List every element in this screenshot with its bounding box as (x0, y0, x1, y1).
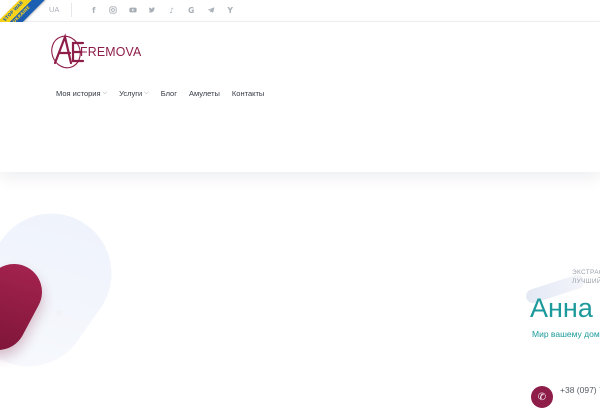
nav-item-label: Контакты (231, 89, 265, 98)
nav-item-blog[interactable]: Блог (161, 89, 177, 98)
facebook-icon[interactable]: f (84, 3, 104, 17)
nav-item-label: Блог (160, 89, 177, 98)
hero-decoration-dot (56, 310, 62, 316)
nav-item-label: Услуги (119, 89, 143, 98)
twitter-icon[interactable] (143, 3, 163, 17)
phone-icon[interactable]: ✆ (531, 386, 553, 408)
divider (71, 3, 72, 17)
phone-number[interactable]: +38 (097) 72 (560, 385, 600, 395)
chevron-down-icon: ⌵ (144, 90, 149, 96)
youtube-icon[interactable] (123, 3, 143, 17)
nav-item-label: Амулеты (188, 89, 220, 98)
telegram-icon[interactable] (201, 3, 221, 17)
nav-item-services[interactable]: Услуги ⌵ (119, 89, 149, 98)
instagram-icon[interactable] (104, 3, 124, 17)
hero-subtitle: ЭКСТРАС ЛУЧШИЙ (572, 268, 600, 286)
main-nav: Моя история ⌵ Услуги ⌵ Блог Амулеты Конт… (56, 89, 276, 98)
hero-name: Анна Е (530, 293, 600, 323)
hero-tagline: Мир вашему дом (532, 329, 600, 339)
tiktok-icon[interactable]: ♪ (162, 3, 182, 17)
chevron-down-icon: ⌵ (102, 90, 108, 96)
language-switch[interactable]: UA (49, 5, 59, 14)
nav-item-my-story[interactable]: Моя история ⌵ (56, 89, 107, 98)
hero-subtitle-line-2: ЛУЧШИЙ (572, 278, 600, 285)
top-bar: UA f ♪ G Y (0, 0, 600, 22)
nav-item-label: Моя история (56, 89, 101, 98)
logo-text: FREMOVA (80, 44, 142, 59)
nav-item-contacts[interactable]: Контакты (232, 89, 264, 98)
yandex-icon[interactable]: Y (221, 3, 241, 17)
nav-item-amulets[interactable]: Амулеты (189, 89, 220, 98)
google-icon[interactable]: G (182, 3, 202, 17)
hero-subtitle-line-1: ЭКСТРАС (572, 269, 600, 276)
social-links: f ♪ G Y (84, 3, 240, 17)
